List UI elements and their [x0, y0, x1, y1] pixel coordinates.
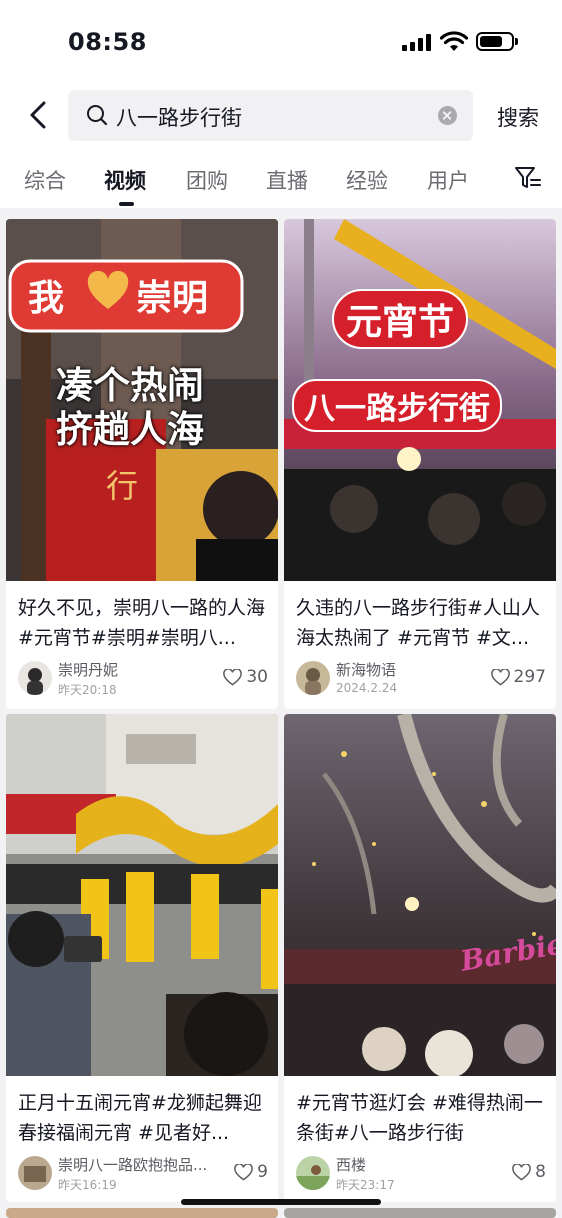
author-name: 西楼 [336, 1156, 367, 1174]
wifi-icon [440, 31, 468, 51]
search-header: 八一路步行街 搜索 [0, 80, 562, 152]
thumb-text-yuanxiao: 元宵节 [332, 289, 469, 349]
tab-group-buy[interactable]: 团购 [186, 165, 228, 195]
tab-experience[interactable]: 经验 [346, 165, 388, 195]
search-icon [87, 105, 108, 126]
video-caption[interactable]: 久违的八一路步行街#人山人海太热闹了 #元宵节 #文... [296, 593, 546, 653]
status-bar: 08:58 [0, 0, 562, 80]
active-tab-indicator [119, 202, 134, 206]
tab-live[interactable]: 直播 [266, 165, 308, 195]
heart-icon [512, 1163, 531, 1181]
video-card-partial[interactable] [6, 1208, 278, 1218]
video-caption[interactable]: #元宵节逛灯会 #难得热闹一条街#八一路步行街 [296, 1088, 546, 1148]
thumb-text-banner: 行 [106, 467, 139, 505]
tab-comprehensive[interactable]: 综合 [24, 165, 66, 195]
like-count-value: 30 [246, 667, 268, 687]
author-name: 崇明八一路欧抱抱品... [58, 1156, 208, 1174]
status-time: 08:58 [68, 28, 147, 56]
like-count[interactable]: 297 [490, 667, 546, 687]
thumb-text-wo: 我 [28, 278, 65, 319]
heart-sticker-icon [86, 270, 130, 311]
thumb-text-street: 八一路步行街 [292, 379, 502, 432]
cellular-signal-icon [402, 33, 432, 51]
heart-icon [490, 668, 510, 686]
video-caption[interactable]: 正月十五闹元宵#龙狮起舞迎春接福闹元宵 #见者好... [18, 1088, 268, 1148]
clear-search-icon[interactable] [438, 106, 457, 125]
avatar[interactable] [296, 1156, 330, 1190]
search-input[interactable]: 八一路步行街 [68, 90, 473, 141]
like-count[interactable]: 8 [512, 1162, 546, 1182]
filter-icon[interactable] [514, 165, 542, 191]
post-date: 昨天23:17 [336, 1178, 395, 1192]
heart-icon [223, 668, 243, 686]
like-count[interactable]: 9 [234, 1162, 268, 1182]
video-author[interactable]: 崇明八一路欧抱抱品... 昨天16:19 9 [18, 1156, 268, 1192]
video-card[interactable]: 正月十五闹元宵#龙狮起舞迎春接福闹元宵 #见者好... 崇明八一路欧抱抱品...… [6, 714, 278, 1202]
post-date: 2024.2.24 [336, 681, 398, 695]
post-date: 昨天20:18 [58, 683, 117, 697]
like-count-value: 9 [257, 1162, 268, 1182]
like-count-value: 297 [513, 667, 546, 687]
video-card[interactable]: Barbie #元宵节逛灯会 #难得热闹一条街#八一路步行街 西楼 昨天23:1… [284, 714, 556, 1202]
search-button[interactable]: 搜索 [497, 102, 539, 132]
video-thumbnail[interactable] [284, 714, 556, 1076]
thumb-text-line2: 挤趟人海 [56, 408, 204, 451]
search-query: 八一路步行街 [116, 106, 242, 130]
battery-icon [476, 32, 518, 51]
author-name: 崇明丹妮 [58, 661, 119, 679]
back-arrow-icon[interactable] [26, 100, 50, 130]
avatar[interactable] [18, 1156, 52, 1190]
video-card[interactable]: 元宵节 八一路步行街 久违的八一路步行街#人山人海太热闹了 #元宵节 #文...… [284, 219, 556, 709]
author-name: 新海物语 [336, 661, 397, 679]
video-author[interactable]: 新海物语 2024.2.24 297 [296, 661, 546, 697]
video-card-partial[interactable] [284, 1208, 556, 1218]
avatar[interactable] [18, 661, 52, 695]
tab-video[interactable]: 视频 [104, 165, 146, 195]
tab-users[interactable]: 用户 [427, 165, 469, 195]
video-card[interactable]: 我 崇明 凑个热闹 挤趟人海 行 好久不见，崇明八一路的人海#元宵节#崇明#崇明… [6, 219, 278, 709]
post-date: 昨天16:19 [58, 1178, 117, 1192]
video-thumbnail[interactable] [6, 714, 278, 1076]
like-count[interactable]: 30 [223, 667, 268, 687]
video-author[interactable]: 崇明丹妮 昨天20:18 30 [18, 661, 268, 697]
result-tabs: 综合 视频 团购 直播 经验 用户 [0, 152, 562, 208]
heart-icon [234, 1163, 253, 1181]
video-caption[interactable]: 好久不见，崇明八一路的人海#元宵节#崇明#崇明八... [18, 593, 268, 653]
video-author[interactable]: 西楼 昨天23:17 8 [296, 1156, 546, 1192]
thumb-text-chongming: 崇明 [136, 278, 209, 319]
avatar[interactable] [296, 661, 330, 695]
home-indicator[interactable] [181, 1199, 381, 1205]
like-count-value: 8 [535, 1162, 546, 1182]
